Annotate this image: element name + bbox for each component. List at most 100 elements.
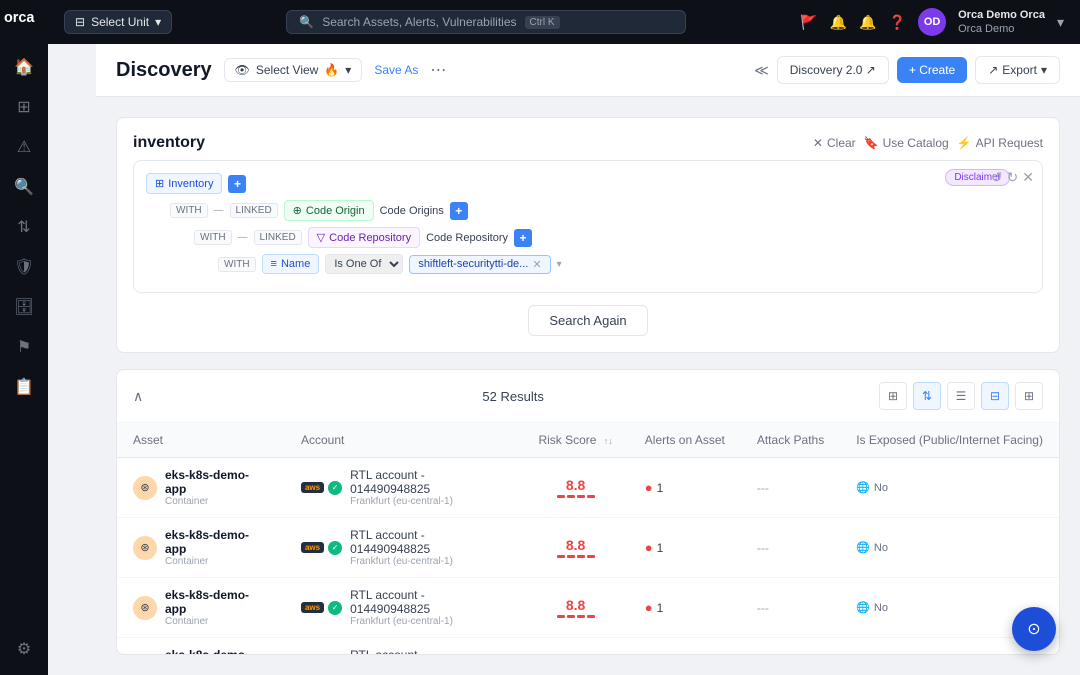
nav-icons: 🚩 🔔 🔔 ❓ OD Orca Demo Orca Orca Demo ▾ <box>800 8 1064 37</box>
attack-paths-value: --- <box>757 601 769 615</box>
redo-button[interactable]: ↻ <box>1007 169 1019 186</box>
container-icon: ⊛ <box>140 601 149 614</box>
create-button[interactable]: + Create <box>897 57 967 83</box>
select-unit-button[interactable]: ⊟ Select Unit ▾ <box>64 10 172 34</box>
api-request-button[interactable]: ⚡ API Request <box>957 136 1043 150</box>
fab-button[interactable]: ⊙ <box>1012 607 1056 651</box>
save-as-button[interactable]: Save As <box>374 63 418 77</box>
catalog-button[interactable]: 🔖 Use Catalog <box>864 136 949 150</box>
risk-dots <box>557 555 595 558</box>
select-view-button[interactable]: 👁 Select View 🔥 ▾ <box>224 58 363 82</box>
search-placeholder: Search Assets, Alerts, Vulnerabilities <box>322 15 516 29</box>
page-title: Discovery <box>116 59 212 82</box>
is-one-of-select[interactable]: Is One Of <box>325 254 403 274</box>
export-label: Export <box>1002 63 1037 77</box>
table-row[interactable]: ⊛ eks-k8s-demo-app Container aws ✓ RTL a… <box>117 578 1059 638</box>
list-view-button[interactable]: ☰ <box>947 382 975 410</box>
sidebar-item-home[interactable]: 🏠 <box>6 49 42 85</box>
sidebar-item-shield[interactable]: 🛡 <box>6 249 42 285</box>
global-search-bar[interactable]: 🔍 Search Assets, Alerts, Vulnerabilities… <box>286 10 686 34</box>
grid-view-button[interactable]: ⊞ <box>879 382 907 410</box>
select-view-label: Select View <box>256 63 318 77</box>
risk-score-cell: 8.8 <box>522 458 628 518</box>
filter-builder: Disclaimer ↺ ↻ ✕ ⊞ Inventory + WITH <box>133 160 1043 293</box>
topnav: ⊟ Select Unit ▾ 🔍 Search Assets, Alerts,… <box>48 0 1080 44</box>
critical-alert-icon: ● <box>645 600 653 615</box>
discovery-version-label: Discovery 2.0 ↗ <box>790 63 876 77</box>
inventory-tag[interactable]: ⊞ Inventory <box>146 173 222 194</box>
bell-icon[interactable]: 🔔 <box>830 14 847 31</box>
collapse-sidebar-button[interactable]: ≪ <box>754 62 769 79</box>
clear-button[interactable]: ✕ Clear <box>813 136 856 150</box>
asset-name: eks-k8s-demo-app <box>165 468 269 496</box>
fire-icon: 🔥 <box>324 63 339 77</box>
sidebar-item-share[interactable]: ⇅ <box>6 209 42 245</box>
critical-alert-icon: ● <box>645 540 653 555</box>
risk-score-value: 8.8 <box>566 477 585 493</box>
columns-view-button[interactable]: ⊞ <box>1015 382 1043 410</box>
add-inventory-button[interactable]: + <box>228 175 246 193</box>
undo-button[interactable]: ↺ <box>991 169 1003 186</box>
user-sub: Orca Demo <box>958 22 1045 36</box>
sidebar-item-alerts[interactable]: ⚠ <box>6 129 42 165</box>
collapse-results-button[interactable]: ∧ <box>133 388 143 405</box>
discovery-version-button[interactable]: Discovery 2.0 ↗ <box>777 56 889 84</box>
alerts-cell: ● 1 <box>629 578 741 638</box>
is-one-of-selector[interactable]: Is One Of <box>325 254 403 274</box>
aws-badge: aws <box>301 482 324 493</box>
account-info: RTL account - 014490948825 Frankfurt (eu… <box>350 648 506 655</box>
sidebar-item-settings[interactable]: ⚙ <box>6 631 42 667</box>
with-connector-3: WITH <box>218 257 256 272</box>
table-view-button[interactable]: ⊟ <box>981 382 1009 410</box>
header-right: ≪ Discovery 2.0 ↗ + Create ↗ Export ▾ <box>754 56 1060 84</box>
account-region: Frankfurt (eu-central-1) <box>350 616 506 627</box>
remove-filter-value-button[interactable]: ✕ <box>532 258 541 271</box>
alert-bell-icon[interactable]: 🔔 <box>859 14 876 31</box>
alerts-cell: ● 1 <box>629 458 741 518</box>
asset-icon: ⊛ <box>133 476 157 500</box>
user-dropdown-chevron[interactable]: ▾ <box>1057 14 1064 31</box>
code-origin-tag[interactable]: ⊕ Code Origin <box>284 200 374 221</box>
name-filter-tag[interactable]: ≡ Name <box>262 254 320 274</box>
search-again-button[interactable]: Search Again <box>528 305 647 336</box>
avatar[interactable]: OD <box>918 8 946 36</box>
export-button[interactable]: ↗ Export ▾ <box>975 56 1060 84</box>
user-info[interactable]: Orca Demo Orca Orca Demo <box>958 8 1045 37</box>
no-internet-icon: 🌐 <box>856 541 870 554</box>
account-region: Frankfurt (eu-central-1) <box>350 556 506 567</box>
filter-row-code-repo: WITH — LINKED ▽ Code Repository Code Rep… <box>146 227 1030 248</box>
asset-cell: ⊛ eks-k8s-demo-app Container <box>117 458 285 518</box>
flag-icon[interactable]: 🚩 <box>800 14 817 31</box>
query-section: inventory ✕ Clear 🔖 Use Catalog ⚡ API Re… <box>116 117 1060 353</box>
risk-dots <box>557 615 595 618</box>
table-row[interactable]: ⊛ eks-k8s-demo-app Container aws ✓ RTL a… <box>117 638 1059 656</box>
sort-view-button[interactable]: ⇅ <box>913 382 941 410</box>
eye-icon: 👁 <box>235 63 250 77</box>
is-exposed-value: No <box>874 542 888 554</box>
export-chevron: ▾ <box>1041 63 1047 77</box>
export-icon: ↗ <box>988 63 998 77</box>
attack-paths-cell: --- <box>741 578 840 638</box>
aws-badge: aws <box>301 602 324 613</box>
col-risk-score[interactable]: Risk Score ↑↓ <box>522 423 628 458</box>
account-name: RTL account - 014490948825 <box>350 528 506 556</box>
more-options-button[interactable]: ⋯ <box>430 60 446 80</box>
sidebar-item-search[interactable]: 🔍 <box>6 169 42 205</box>
sidebar-item-grid[interactable]: ⊞ <box>6 89 42 125</box>
add-code-origin-button[interactable]: + <box>450 202 468 220</box>
code-repository-tag[interactable]: ▽ Code Repository <box>308 227 420 248</box>
sidebar-item-flag[interactable]: ⚑ <box>6 329 42 365</box>
help-icon[interactable]: ❓ <box>889 14 906 31</box>
risk-score-cell: 8.8 <box>522 638 628 656</box>
filter-dropdown-chevron[interactable]: ▾ <box>557 259 562 270</box>
account-info: RTL account - 014490948825 Frankfurt (eu… <box>350 528 506 567</box>
search-icon: 🔍 <box>299 15 314 29</box>
close-filter-button[interactable]: ✕ <box>1022 169 1034 186</box>
table-row[interactable]: ⊛ eks-k8s-demo-app Container aws ✓ RTL a… <box>117 518 1059 578</box>
sidebar-item-book[interactable]: 📋 <box>6 369 42 405</box>
table-row[interactable]: ⊛ eks-k8s-demo-app Container aws ✓ RTL a… <box>117 458 1059 518</box>
sidebar-item-database[interactable]: 🗄 <box>6 289 42 325</box>
asset-cell: ⊛ eks-k8s-demo-app Container <box>117 518 285 578</box>
add-code-repo-button[interactable]: + <box>514 229 532 247</box>
filter-value-tag[interactable]: shiftleft-securitytti-de... ✕ <box>409 255 550 274</box>
